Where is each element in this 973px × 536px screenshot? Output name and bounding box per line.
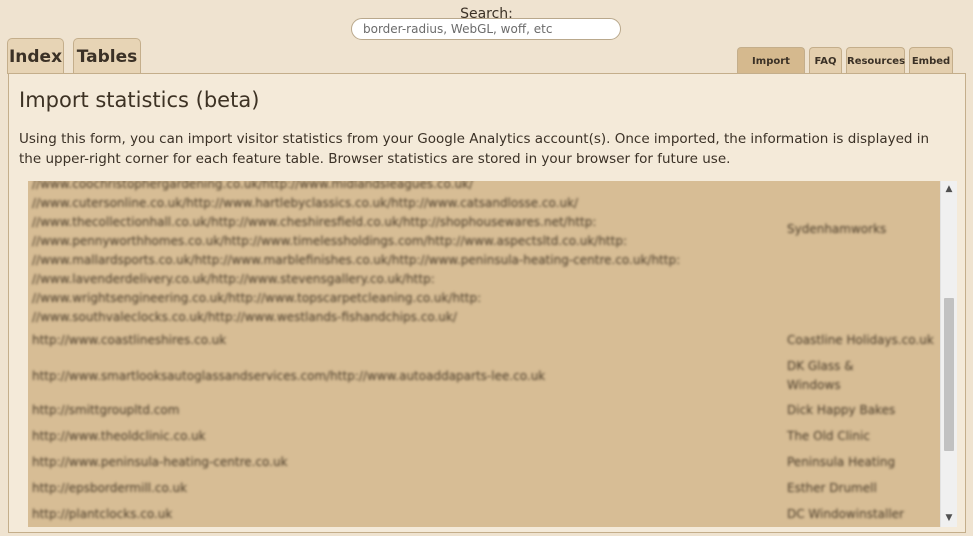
site-url[interactable]: //www.cutersonline.co.uk/http://www.hart… [32, 194, 792, 213]
search-input[interactable] [351, 18, 621, 40]
site-url[interactable]: http://epsbordermill.co.uk [32, 479, 187, 498]
panel-description: Using this form, you can import visitor … [19, 131, 930, 167]
tab-tables[interactable]: Tables [73, 38, 141, 74]
site-name: DC Windowinstaller [787, 507, 904, 521]
site-name: Coastline Holidays.co.uk [787, 333, 934, 347]
site-url[interactable]: http://plantclocks.co.uk [32, 505, 172, 524]
site-url[interactable]: http://www.theoldclinic.co.uk [32, 427, 206, 446]
tab-resources[interactable]: Resources [846, 47, 905, 74]
tab-embed[interactable]: Embed [909, 47, 953, 74]
page-title: Import statistics (beta) [19, 88, 260, 112]
site-name: Esther Drumell [787, 481, 877, 495]
site-name: The Old Clinic [787, 429, 870, 443]
scrollbar-thumb[interactable] [944, 298, 954, 451]
site-url[interactable]: //www.wrightsengineering.co.uk/http://ww… [32, 289, 792, 308]
site-name: Peninsula Heating [787, 455, 896, 469]
site-url[interactable]: http://www.peninsula-heating-centre.co.u… [32, 453, 288, 472]
tab-index[interactable]: Index [7, 38, 64, 74]
scroll-down-arrow-icon[interactable]: ▼ [941, 510, 957, 527]
site-group-urls[interactable]: //www.coochristophergardening.co.uk/http… [32, 181, 792, 327]
scroll-up-arrow-icon[interactable]: ▲ [941, 181, 957, 198]
site-url[interactable]: //www.coochristophergardening.co.uk/http… [32, 181, 792, 194]
tab-import-stats[interactable]: Import stats [737, 47, 805, 94]
site-url[interactable]: //www.lavenderdelivery.co.uk/http://www.… [32, 270, 792, 289]
tab-faq[interactable]: FAQ [809, 47, 842, 74]
list-scrollbar[interactable]: ▲ ▼ [940, 181, 957, 527]
import-stats-panel: Import statistics (beta) Using this form… [8, 73, 966, 533]
site-url[interactable]: //www.pennyworthhomes.co.uk/http://www.t… [32, 232, 792, 251]
site-url[interactable]: http://smittgroupltd.com [32, 401, 179, 420]
site-name: DK Glass & Windows [787, 359, 854, 392]
site-url[interactable]: //www.mallardsports.co.uk/http://www.mar… [32, 251, 792, 270]
site-url[interactable]: //www.southvaleclocks.co.uk/http://www.w… [32, 308, 792, 327]
site-url[interactable]: http://www.smartlooksautoglassandservice… [32, 367, 545, 386]
site-name: Dick Happy Bakes [787, 403, 896, 417]
site-list[interactable]: //www.coochristophergardening.co.uk/http… [28, 181, 940, 527]
site-name: Sydenhamworks [787, 222, 887, 236]
site-url[interactable]: http://www.coastlineshires.co.uk [32, 331, 226, 350]
site-url[interactable]: //www.thecollectionhall.co.uk/http://www… [32, 213, 792, 232]
